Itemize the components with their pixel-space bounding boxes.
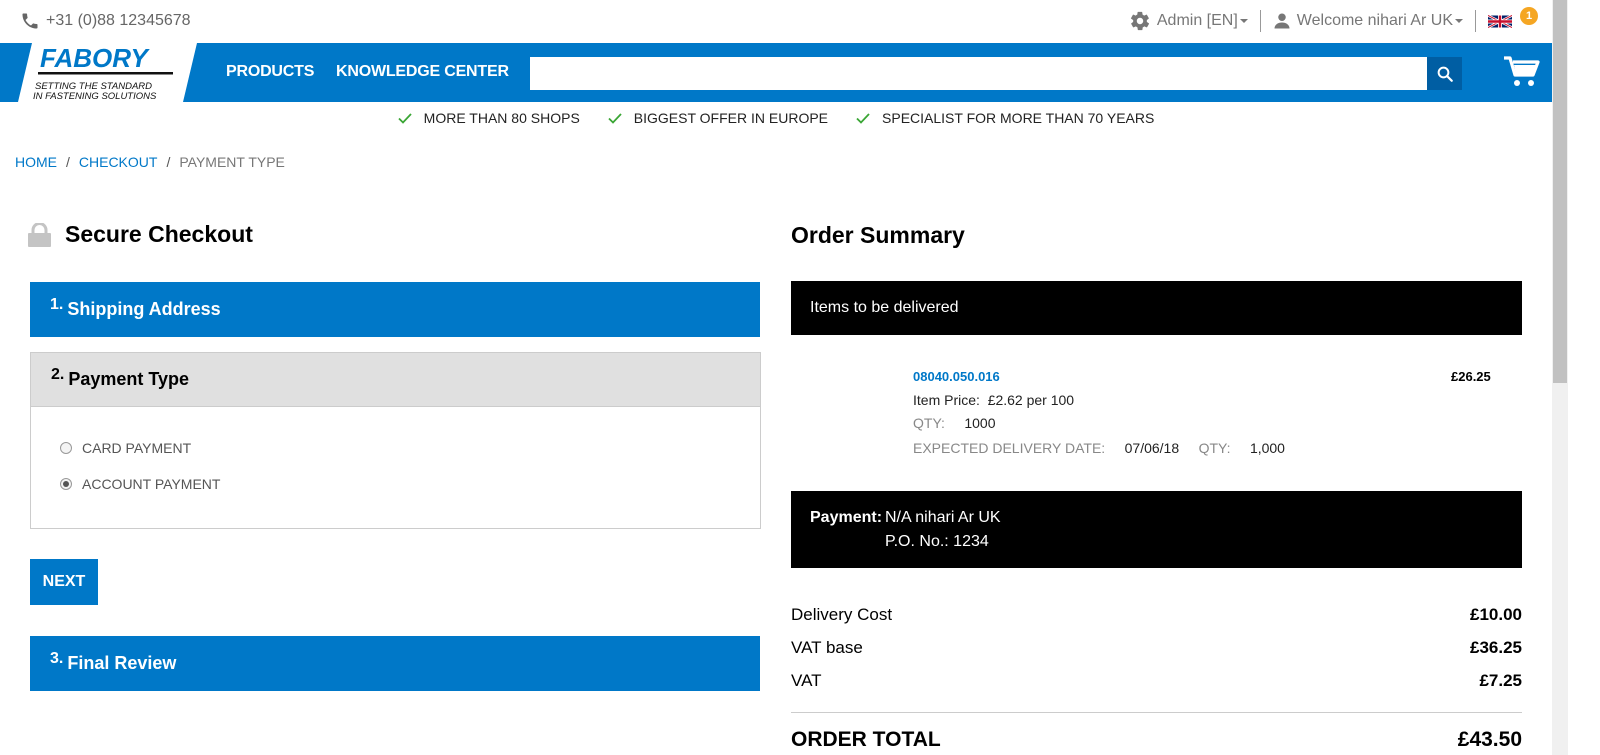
usp-row: MORE THAN 80 SHOPS BIGGEST OFFER IN EURO…	[0, 110, 1552, 126]
usp-item: MORE THAN 80 SHOPS	[398, 110, 580, 126]
option-label: ACCOUNT PAYMENT	[82, 476, 221, 492]
item-price-row: Item Price: £2.62 per 100	[913, 392, 1074, 408]
step-final-review[interactable]: 3. Final Review	[30, 636, 760, 691]
usp-text: SPECIALIST FOR MORE THAN 70 YEARS	[882, 110, 1155, 126]
divider	[791, 712, 1522, 713]
item-code-link[interactable]: 08040.050.016	[913, 369, 1000, 384]
account-payment-radio[interactable]	[60, 478, 72, 490]
breadcrumb-current: PAYMENT TYPE	[179, 154, 285, 170]
nav-knowledge-center[interactable]: KNOWLEDGE CENTER	[336, 63, 509, 81]
order-total-row: ORDER TOTAL £43.50	[791, 728, 1522, 752]
option-card-payment[interactable]: CARD PAYMENT	[60, 440, 191, 456]
order-summary-heading: Order Summary	[791, 222, 965, 248]
cart-count-badge: 1	[1520, 7, 1538, 25]
option-label: CARD PAYMENT	[82, 440, 192, 456]
page-title: Secure Checkout	[65, 221, 253, 247]
welcome-label: Welcome nihari Ar UK	[1296, 12, 1453, 29]
checkmark-icon	[608, 112, 622, 124]
vat-row: VAT £7.25	[791, 671, 1522, 691]
step-shipping-address[interactable]: 1. Shipping Address	[30, 282, 760, 337]
payment-label: Payment:	[810, 509, 883, 526]
delivery-qty-label: QTY:	[1198, 440, 1231, 456]
svg-text:IN FASTENING SOLUTIONS: IN FASTENING SOLUTIONS	[33, 91, 157, 102]
qty-value: 1000	[964, 415, 996, 431]
delivery-qty-value: 1,000	[1249, 440, 1285, 456]
chevron-down-icon	[1239, 19, 1248, 23]
checkmark-icon	[856, 112, 870, 124]
item-delivery-row: EXPECTED DELIVERY DATE: 07/06/18 QTY: 1,…	[913, 440, 1285, 456]
phone-contact[interactable]: +31 (0)88 12345678	[20, 11, 191, 31]
top-utility-bar: +31 (0)88 12345678 Admin [EN] Welcome ni…	[0, 0, 1552, 43]
step-label: Payment Type	[68, 369, 190, 389]
search-button[interactable]	[1427, 57, 1462, 90]
delivery-cost-row: Delivery Cost £10.00	[791, 605, 1522, 625]
step-label: Final Review	[67, 653, 177, 673]
breadcrumb-checkout[interactable]: CHECKOUT	[79, 154, 158, 170]
total-label: VAT base	[791, 638, 863, 657]
item-line-total: £26.25	[1451, 369, 1491, 384]
delivery-date-value: 07/06/18	[1124, 440, 1180, 456]
nav-products[interactable]: PRODUCTS	[226, 63, 314, 81]
main-navbar: FABORY SETTING THE STANDARD IN FASTENING…	[0, 43, 1552, 102]
card-payment-radio[interactable]	[60, 442, 72, 454]
page-gutter	[1568, 0, 1600, 755]
admin-language-menu[interactable]: Admin [EN]	[1117, 9, 1260, 33]
payment-options-panel	[30, 406, 761, 529]
search-icon	[1437, 66, 1453, 82]
phone-icon	[22, 13, 38, 29]
step-label: Shipping Address	[67, 299, 221, 319]
fabory-logo[interactable]: FABORY SETTING THE STANDARD IN FASTENING…	[0, 43, 197, 102]
items-to-deliver-header: Items to be delivered	[791, 281, 1522, 335]
breadcrumb: HOME / CHECKOUT / PAYMENT TYPE	[15, 154, 285, 170]
delivery-date-label: EXPECTED DELIVERY DATE:	[913, 440, 1106, 456]
usp-item: BIGGEST OFFER IN EUROPE	[608, 110, 828, 126]
total-value: £10.00	[1470, 605, 1522, 624]
payment-info-box: Payment: N/A nihari Ar UK P.O. No.: 1234	[791, 491, 1522, 568]
step-number: 2.	[51, 365, 65, 383]
secure-checkout-heading: Secure Checkout	[28, 221, 253, 248]
payment-value: N/A nihari Ar UK	[885, 509, 1001, 526]
step-payment-type[interactable]: 2. Payment Type	[30, 352, 761, 407]
total-label: Delivery Cost	[791, 605, 893, 624]
usp-text: BIGGEST OFFER IN EUROPE	[633, 110, 829, 126]
gear-icon	[1130, 11, 1149, 31]
scrollbar-thumb[interactable]	[1553, 0, 1567, 383]
uk-flag-icon	[1488, 14, 1512, 28]
lock-icon	[28, 222, 51, 247]
next-button[interactable]: NEXT	[30, 559, 98, 605]
breadcrumb-home[interactable]: HOME	[15, 154, 57, 170]
search-input[interactable]	[530, 57, 1427, 90]
chevron-down-icon	[1455, 19, 1463, 23]
total-value: £36.25	[1470, 638, 1522, 657]
svg-text:FABORY: FABORY	[40, 43, 151, 73]
po-number: P.O. No.: 1234	[885, 533, 989, 550]
option-account-payment[interactable]: ACCOUNT PAYMENT	[60, 476, 220, 492]
usp-item: SPECIALIST FOR MORE THAN 70 YEARS	[856, 110, 1154, 126]
item-price-label: Item Price:	[913, 392, 980, 408]
phone-number: +31 (0)88 12345678	[46, 12, 191, 29]
account-menu[interactable]: Welcome nihari Ar UK	[1261, 9, 1475, 33]
user-icon	[1274, 13, 1290, 29]
order-total-label: ORDER TOTAL	[791, 728, 941, 751]
admin-label: Admin [EN]	[1156, 12, 1238, 29]
total-label: VAT	[791, 671, 822, 690]
total-value: £7.25	[1479, 671, 1522, 690]
step-number: 3.	[50, 649, 64, 667]
qty-label: QTY:	[913, 415, 945, 431]
item-qty-row: QTY: 1000	[913, 415, 996, 431]
breadcrumb-separator: /	[66, 154, 70, 170]
breadcrumb-separator: /	[166, 154, 171, 170]
order-total-value: £43.50	[1457, 728, 1522, 751]
usp-text: MORE THAN 80 SHOPS	[423, 110, 580, 126]
vat-base-row: VAT base £36.25	[791, 638, 1522, 658]
step-number: 1.	[50, 295, 64, 313]
item-price-value: £2.62 per 100	[987, 392, 1075, 408]
cart-icon[interactable]	[1502, 53, 1542, 89]
items-header-label: Items to be delivered	[810, 299, 959, 316]
checkmark-icon	[398, 112, 412, 124]
